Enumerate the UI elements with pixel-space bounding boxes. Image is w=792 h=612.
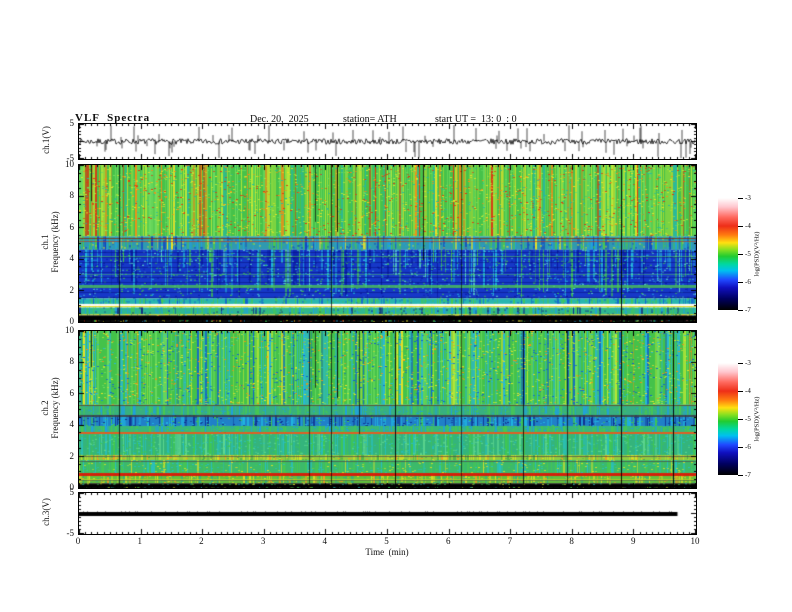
colorbar-tick-label: -3	[745, 194, 751, 202]
x-tick-label: 3	[260, 536, 266, 546]
colorbar-tick-label: -4	[745, 387, 751, 395]
y-tick-label: 8	[69, 190, 75, 201]
x-tick-label: 9	[631, 536, 636, 546]
x-tick-label: 2	[199, 536, 204, 546]
y-tick-label: 2	[69, 450, 75, 461]
ch2-colorbar-unit-label: log(PSD)(V²/Hz)	[753, 396, 761, 442]
x-tick-label: 10	[690, 536, 700, 546]
y-tick-label: 10	[65, 325, 74, 335]
ch1-spectrogram-panel	[78, 164, 697, 323]
colorbar-tick	[738, 282, 743, 283]
ch1f-axis-label: ch.1 Frequency (kHz)	[40, 211, 60, 272]
x-tick-label: 8	[569, 536, 574, 546]
y-tick-label: 10	[65, 159, 74, 169]
colorbar-tick-label: -6	[745, 443, 751, 451]
colorbar-tick-label: -5	[745, 415, 751, 423]
ch1v-axis-label: ch.1(V)	[41, 126, 51, 154]
ch1-spectrogram-canvas	[79, 165, 696, 322]
ch2-spectrogram-canvas	[79, 331, 696, 488]
ch3-waveform-panel	[78, 492, 697, 535]
ch1f-axis-label-line1: ch.1	[40, 234, 50, 250]
colorbar-tick	[738, 198, 743, 199]
x-tick-label: 7	[507, 536, 513, 546]
ch2f-axis-label: ch.2 Frequency (kHz)	[40, 377, 60, 438]
colorbar-tick-label: -7	[745, 306, 751, 314]
x-tick-label: 0	[75, 536, 81, 546]
y-tick-label: 5	[69, 118, 75, 128]
time-axis-label: Time (min)	[365, 547, 409, 557]
y-tick-label: 5	[69, 487, 75, 497]
colorbar-tick	[738, 226, 743, 227]
ch3v-axis-label: ch.3(V)	[41, 498, 51, 526]
colorbar-tick	[738, 363, 743, 364]
colorbar-tick	[738, 419, 743, 420]
ch1f-axis-label-line2: Frequency (kHz)	[50, 211, 60, 273]
y-tick-label: 2	[69, 284, 75, 295]
x-tick-label: 6	[445, 536, 451, 546]
colorbar-tick	[738, 391, 743, 392]
ch3-waveform-canvas	[79, 493, 696, 534]
vlf-spectra-figure: VLF Spectra Dec. 20, 2025 station= ATH s…	[0, 0, 792, 612]
y-tick-label: 6	[69, 387, 75, 398]
ch2f-axis-label-line2: Frequency (kHz)	[50, 377, 60, 439]
colorbar-tick	[738, 447, 743, 448]
x-tick-label: 5	[384, 536, 389, 546]
ch1-colorbar-unit-label: log(PSD)(V²/Hz)	[753, 231, 761, 277]
colorbar-tick-label: -7	[745, 471, 751, 479]
colorbar-tick	[738, 310, 743, 311]
colorbar-tick-label: -3	[745, 359, 751, 367]
colorbar-tick	[738, 475, 743, 476]
ch2f-axis-label-line1: ch.2	[40, 400, 50, 416]
ch2-spectrogram-panel	[78, 330, 697, 489]
colorbar-tick	[738, 254, 743, 255]
ch1-colorbar	[718, 198, 738, 310]
y-tick-label: 6	[69, 221, 75, 232]
y-tick-label: -5	[66, 528, 75, 538]
ch1-waveform-panel	[78, 123, 697, 160]
x-tick-label: 1	[137, 536, 142, 546]
x-tick-label: 4	[322, 536, 328, 546]
y-tick-label: 4	[69, 419, 75, 430]
ch1-waveform-canvas	[79, 124, 696, 159]
colorbar-tick-label: -5	[745, 250, 751, 258]
y-tick-label: 8	[69, 356, 75, 367]
colorbar-tick-label: -4	[745, 222, 751, 230]
y-tick-label: 4	[69, 253, 75, 264]
colorbar-tick-label: -6	[745, 278, 751, 286]
ch2-colorbar	[718, 363, 738, 475]
